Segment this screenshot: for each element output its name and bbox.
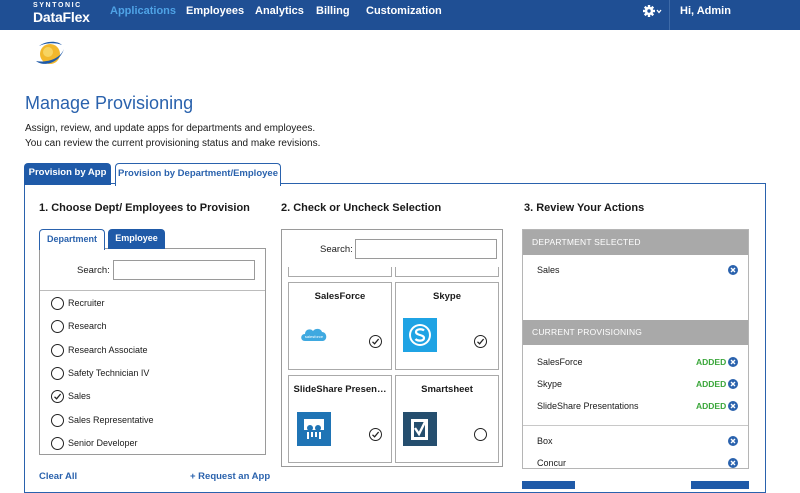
radio-icon[interactable] <box>51 297 64 310</box>
clear-all-link[interactable]: Clear All <box>39 471 77 482</box>
dept-search-input[interactable] <box>113 260 255 280</box>
app-search-input[interactable] <box>355 239 497 259</box>
smartsheet-logo-icon <box>403 412 437 446</box>
checkbox-checked-icon[interactable] <box>474 335 487 348</box>
step2-title: 2. Check or Uncheck Selection <box>281 202 442 214</box>
dept-row-research-associate[interactable]: Research Associate <box>51 344 261 360</box>
selected-department: Sales <box>537 265 560 275</box>
page-title: Manage Provisioning <box>25 93 194 113</box>
provisioned-app-slideshare: SlideShare Presentations <box>537 401 639 411</box>
added-status: ADDED <box>696 357 727 367</box>
brand-logo[interactable]: SYNTONIC DataFlex <box>33 0 90 24</box>
added-status: ADDED <box>696 379 727 389</box>
company-logo-icon <box>33 37 67 73</box>
dept-row-sales[interactable]: Sales <box>51 390 261 406</box>
dept-label: Recruiter <box>68 298 105 308</box>
dept-search-label: Search: <box>77 265 110 276</box>
dept-row-safety-technician[interactable]: Safety Technician IV <box>51 367 261 383</box>
dept-label: Safety Technician IV <box>68 368 150 378</box>
nav-billing[interactable]: Billing <box>316 0 350 30</box>
radio-icon[interactable] <box>51 320 64 333</box>
nav-customization[interactable]: Customization <box>366 0 442 30</box>
remove-icon[interactable] <box>728 357 738 367</box>
dept-row-research[interactable]: Research <box>51 320 261 336</box>
provisioned-app-box: Box <box>537 436 553 446</box>
radio-checked-icon[interactable] <box>51 390 64 403</box>
app-card-salesforce[interactable]: SalesForce salesforce <box>288 282 392 370</box>
brand-main-text: DataFlex <box>33 9 90 25</box>
svg-text:salesforce: salesforce <box>305 334 324 339</box>
dept-row-senior-developer[interactable]: Senior Developer <box>51 437 261 453</box>
page-description: Assign, review, and update apps for depa… <box>25 121 320 151</box>
tab-employee[interactable]: Employee <box>108 229 165 249</box>
app-card-partial <box>395 267 499 277</box>
tab-department[interactable]: Department <box>39 229 105 250</box>
app-name: SalesForce <box>314 291 366 302</box>
checkbox-checked-icon[interactable] <box>369 428 382 441</box>
department-selected-header: DEPARTMENT SELECTED <box>523 230 748 255</box>
slideshare-logo-icon <box>297 412 331 446</box>
app-card-slideshare[interactable]: SlideShare Presen… <box>288 375 392 463</box>
dept-label: Research <box>68 321 107 331</box>
request-app-link[interactable]: + Request an App <box>190 471 270 482</box>
current-provisioning-header: CURRENT PROVISIONING <box>523 320 748 345</box>
app-name: SlideShare Presen… <box>293 384 387 395</box>
app-search-label: Search: <box>320 244 353 255</box>
checkbox-unchecked-icon[interactable] <box>474 428 487 441</box>
radio-icon[interactable] <box>51 367 64 380</box>
description-line-2: You can review the current provisioning … <box>25 138 321 149</box>
dept-label: Sales <box>68 391 91 401</box>
remove-icon[interactable] <box>728 436 738 446</box>
user-greeting[interactable]: Hi, Admin <box>680 0 731 23</box>
provisioned-app-salesforce: SalesForce <box>537 357 583 367</box>
remove-icon[interactable] <box>728 401 738 411</box>
list-divider <box>40 290 265 291</box>
remove-icon[interactable] <box>728 379 738 389</box>
brand-top-text: SYNTONIC <box>33 2 82 9</box>
checkbox-checked-icon[interactable] <box>369 335 382 348</box>
nav-employees[interactable]: Employees <box>186 0 244 30</box>
radio-icon[interactable] <box>51 414 64 427</box>
added-status: ADDED <box>696 401 727 411</box>
nav-applications[interactable]: Applications <box>110 0 176 30</box>
salesforce-logo-icon: salesforce <box>301 328 327 341</box>
nav-analytics[interactable]: Analytics <box>255 0 304 30</box>
bottom-action-button-right[interactable] <box>691 481 749 489</box>
dept-row-recruiter[interactable]: Recruiter <box>51 297 261 313</box>
app-name: Skype <box>433 291 461 302</box>
app-card-skype[interactable]: Skype <box>395 282 499 370</box>
section-separator <box>523 425 748 426</box>
remove-icon[interactable] <box>728 265 738 275</box>
dept-row-sales-representative[interactable]: Sales Representative <box>51 414 261 430</box>
skype-logo-icon <box>403 318 437 352</box>
provisioned-app-concur: Concur <box>537 458 567 468</box>
description-line-1: Assign, review, and update apps for depa… <box>25 123 316 134</box>
nav-divider <box>669 0 670 30</box>
tab-provision-by-app[interactable]: Provision by App <box>24 163 111 185</box>
gear-icon[interactable] <box>643 4 663 20</box>
step3-title: 3. Review Your Actions <box>524 202 645 214</box>
app-name: Smartsheet <box>421 384 473 395</box>
dept-label: Sales Representative <box>68 415 154 425</box>
top-navbar: SYNTONIC DataFlex Applications Employees… <box>0 0 800 30</box>
step1-title: 1. Choose Dept/ Employees to Provision <box>39 202 250 214</box>
review-actions-box: DEPARTMENT SELECTED Sales CURRENT PROVIS… <box>522 229 749 469</box>
app-card-smartsheet[interactable]: Smartsheet <box>395 375 499 463</box>
provisioned-app-skype: Skype <box>537 379 563 389</box>
remove-icon[interactable] <box>728 458 738 468</box>
dept-label: Research Associate <box>68 345 148 355</box>
app-card-partial <box>288 267 392 277</box>
radio-icon[interactable] <box>51 344 64 357</box>
radio-icon[interactable] <box>51 437 64 450</box>
bottom-action-button-left[interactable] <box>522 481 575 489</box>
tab-provision-by-dept[interactable]: Provision by Department/Employee <box>115 163 281 186</box>
dept-label: Senior Developer <box>68 438 138 448</box>
